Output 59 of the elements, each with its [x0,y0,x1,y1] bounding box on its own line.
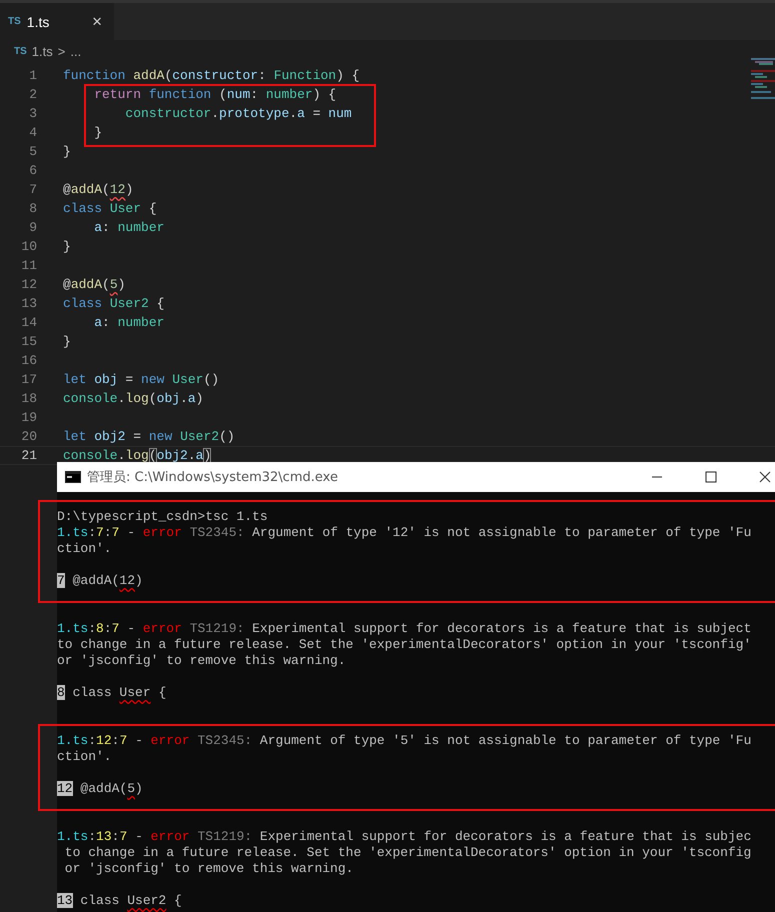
line-number: 11 [20,257,37,275]
breadcrumb-separator: > [58,44,66,58]
code-line: } [63,143,72,161]
line-number: 16 [20,352,37,370]
console-line: 8 class User { [57,685,168,701]
code-line: } [63,333,72,351]
console-line: 1.ts:7:7 - error TS2345: Argument of type '12' is not assignable to parameter of type 'Fu [57,525,752,541]
code-line: @addA(5) [63,276,126,294]
line-number: 20 [20,428,37,446]
code-line: constructor.prototype.a = num [124,105,353,123]
console-line: 12 @addA(5) [57,781,144,797]
console-line: 7 @addA(12) [57,573,144,589]
code-line: class User { [63,200,158,218]
code-line: return function (num: number) { [93,86,338,104]
line-number: 14 [20,314,37,332]
code-line: } [63,238,72,256]
typescript-icon: TS [14,46,27,56]
code-line: let obj = new User() [63,371,220,389]
file-tab[interactable]: TS 1.ts × [0,3,114,40]
line-number: 19 [20,409,37,427]
line-number: 3 [28,105,37,123]
line-number: 7 [28,181,37,199]
code-line: let obj2 = new User2() [63,428,236,446]
line-number: 6 [28,162,37,180]
code-line: a: number [93,314,166,332]
console-line: to change in a future release. Set the 'experimentalDecorators' option in your 'tsconfig' [57,637,752,653]
line-number: 2 [28,86,37,104]
line-number: 4 [28,124,37,142]
console-line: 13 class User2 { [57,893,183,909]
console-line: or 'jsconfig' to remove this warning. [64,861,354,877]
console-line: to change in a future release. Set the 'experimentalDecorators' option in your 'tsconfig [64,845,752,861]
console-line: 1.ts:12:7 - error TS2345: Argument of type '5' is not assignable to parameter of type 'Fu [57,733,752,749]
line-number: 9 [28,219,37,237]
breadcrumb-more[interactable]: ... [70,44,82,58]
line-number: 1 [28,67,37,85]
line-number: 21 [20,447,37,465]
line-number: 8 [28,200,37,218]
console-line: ction'. [57,749,113,765]
window-title: 管理员: C:\Windows\system32\cmd.exe [87,469,338,486]
line-number: 10 [20,238,37,256]
line-number: 5 [28,143,37,161]
line-number: 12 [20,276,37,294]
line-number: 13 [20,295,37,313]
console-line: or 'jsconfig' to remove this warning. [57,653,347,669]
console-line: D:\typescript_csdn>tsc 1.ts [57,509,269,525]
line-number: 18 [20,390,37,408]
code-line: class User2 { [63,295,166,313]
code-line: console.log(obj.a) [63,390,204,408]
line-number: 15 [20,333,37,351]
console-line: 1.ts:13:7 - error TS1219: Experimental support for decorators is a feature that is subjec [57,829,752,845]
code-line: } [93,124,104,142]
code-line: a: number [93,219,166,237]
line-number: 17 [20,371,37,389]
code-line: @addA(12) [63,181,134,199]
console-line: ction'. [57,541,113,557]
breadcrumb-file[interactable]: 1.ts [32,44,53,58]
console-line: 1.ts:8:7 - error TS1219: Experimental support for decorators is a feature that is subject [57,621,752,637]
code-line: function addA(constructor: Function) { [63,67,361,85]
code-line: console.log(obj2.a) [63,447,212,465]
